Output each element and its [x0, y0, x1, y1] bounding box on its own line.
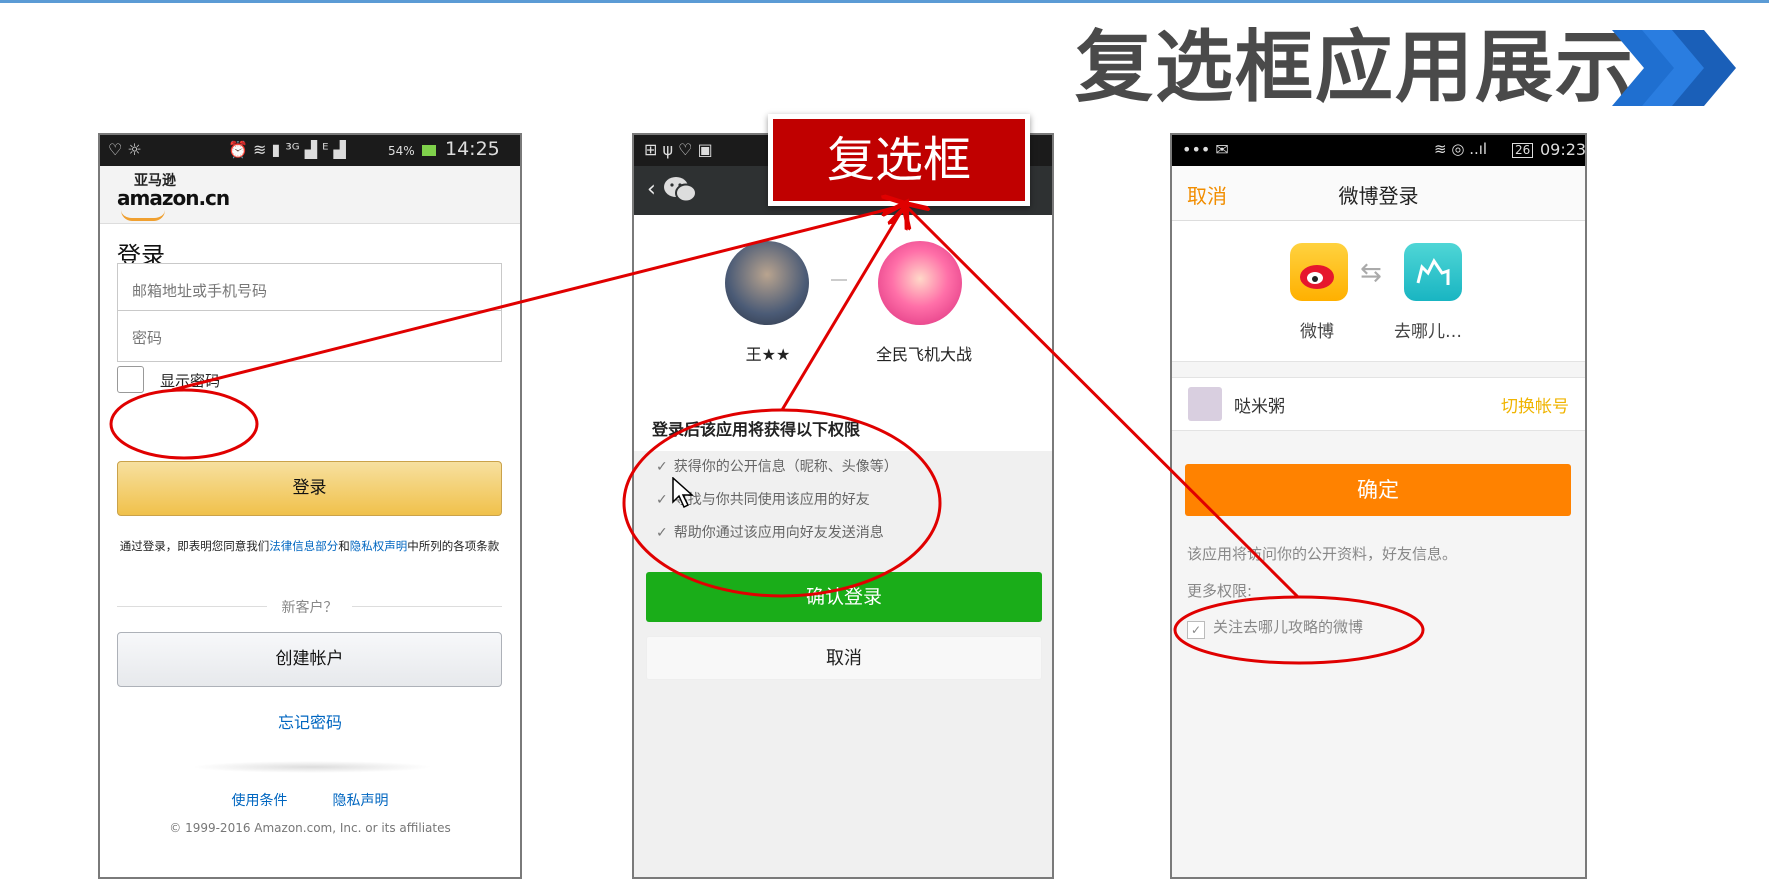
- status-time: 14:25: [445, 138, 500, 160]
- terms-prefix: 通过登录，即表明您同意我们: [119, 539, 270, 553]
- follow-checkbox[interactable]: ✓: [1187, 621, 1205, 639]
- access-note: 该应用将访问你的公开资料，好友信息。: [1187, 545, 1458, 563]
- privacy-notice-link[interactable]: 隐私声明: [332, 793, 388, 809]
- app-avatar: [878, 241, 962, 325]
- wifi-icon: ≋ ◎ ..ıl: [1434, 140, 1488, 158]
- amazon-header: 亚马逊 amazon.cn: [100, 166, 520, 224]
- show-password-checkbox[interactable]: [117, 366, 144, 393]
- terms-and: 和: [338, 539, 350, 553]
- user-name: 王★★: [745, 345, 791, 364]
- status-icons: ⊞ ψ ♡ ▣: [644, 140, 713, 159]
- signal-icons: ⏰ ≋ ▮ ³ᴳ ▟ ᴱ ▟: [228, 140, 346, 159]
- permission-label: 帮助你通过该应用向好友发送消息: [673, 525, 884, 541]
- footer-links: 使用条件 隐私声明: [100, 790, 520, 810]
- account-name: 哒米粥: [1234, 397, 1285, 417]
- follow-option[interactable]: ✓ 关注去哪儿攻略的微博: [1187, 616, 1363, 639]
- swap-arrows-icon: ⇆: [1360, 258, 1382, 288]
- battery-percent: 54%: [388, 144, 415, 158]
- weibo-app-name: 微博: [1300, 322, 1334, 342]
- footer-divider: [192, 761, 432, 773]
- qunar-app-name: 去哪儿…: [1394, 322, 1462, 342]
- email-field[interactable]: 邮箱地址或手机号码: [117, 263, 502, 315]
- check-icon: ✓: [656, 525, 668, 541]
- qunar-camel-icon: [1404, 243, 1462, 301]
- checkbox-callout: 复选框: [768, 114, 1030, 206]
- confirm-login-button[interactable]: 确认登录: [646, 572, 1042, 622]
- terms-of-use-link[interactable]: 使用条件: [232, 793, 288, 809]
- forgot-password-link[interactable]: 忘记密码: [100, 709, 520, 733]
- permission-label: 获得你的公开信息（昵称、头像等）: [673, 459, 898, 475]
- new-customer-divider: 新客户？: [117, 597, 502, 617]
- terms-suffix: 中所列的各项条款: [407, 539, 500, 553]
- login-button[interactable]: 登录: [117, 461, 502, 516]
- wechat-authorize-screen: ⊞ ψ ♡ ▣ ‹ 王★★ 全民飞机大战 登录后该应用将获得以下权限 ✓ 获得你的…: [632, 133, 1054, 879]
- status-time: 09:23: [1540, 140, 1587, 159]
- follow-option-label: 关注去哪儿攻略的微博: [1213, 618, 1364, 636]
- weibo-icon: [1290, 243, 1348, 301]
- slide-title: 复选框应用展示: [1075, 23, 1636, 113]
- chevron-left-icon[interactable]: ‹: [647, 177, 656, 202]
- battery-icon: [422, 145, 436, 156]
- amazon-logo[interactable]: amazon.cn: [117, 186, 230, 210]
- permission-label: 寻找与你共同使用该应用的好友: [673, 492, 870, 508]
- copyright-text: © 1999-2016 Amazon.com, Inc. or its affi…: [169, 821, 451, 835]
- create-account-button[interactable]: 创建帐户: [117, 632, 502, 687]
- switch-account-link[interactable]: 切换帐号: [1501, 392, 1569, 417]
- check-icon: ✓: [656, 492, 668, 508]
- avatar: [1188, 387, 1222, 421]
- page-title: 微博登录: [1338, 184, 1419, 208]
- weibo-app-area: ⇆ 微博 去哪儿…: [1172, 221, 1585, 362]
- permission-item[interactable]: ✓ 帮助你通过该应用向好友发送消息: [656, 522, 884, 542]
- shield-icon: ♡ ☼: [108, 140, 142, 159]
- connector-line: [831, 279, 847, 281]
- weibo-header: 取消 微博登录: [1172, 166, 1585, 221]
- legal-info-link[interactable]: 法律信息部分: [269, 539, 338, 553]
- account-row: 哒米粥 切换帐号: [1172, 377, 1585, 431]
- check-icon: ✓: [656, 459, 668, 475]
- more-permissions-label: 更多权限:: [1187, 582, 1253, 600]
- mouse-cursor-icon: [672, 477, 694, 509]
- permission-item[interactable]: ✓ 获得你的公开信息（昵称、头像等）: [656, 456, 898, 476]
- app-name: 全民飞机大战: [875, 345, 972, 364]
- status-bar: ♡ ☼ ⏰ ≋ ▮ ³ᴳ ▟ ᴱ ▟ 54% 14:25: [100, 135, 520, 166]
- user-avatar: [725, 241, 809, 325]
- wechat-icon: [664, 177, 697, 203]
- slide-top-rule: [0, 0, 1769, 3]
- new-customer-label: 新客户？: [281, 600, 338, 616]
- password-field[interactable]: 密码: [117, 310, 502, 362]
- callout-label: 复选框: [773, 119, 1025, 201]
- cancel-button[interactable]: 取消: [646, 636, 1042, 680]
- status-dots-icon: ••• ✉: [1182, 140, 1229, 159]
- permissions-title: 登录后该应用将获得以下权限: [652, 420, 861, 439]
- battery-icon: 26: [1512, 143, 1534, 158]
- amazon-smile-icon: [121, 210, 165, 221]
- terms-text: 通过登录，即表明您同意我们法律信息部分和隐私权声明中所列的各项条款: [117, 538, 502, 555]
- double-chevron-icon: [1612, 30, 1736, 106]
- weibo-login-screen: ••• ✉ ≋ ◎ ..ıl 26 09:23 取消 微博登录 ⇆ 微博 去哪儿…: [1170, 133, 1587, 879]
- confirm-button[interactable]: 确定: [1185, 464, 1571, 516]
- status-bar: ••• ✉ ≋ ◎ ..ıl 26 09:23: [1172, 135, 1585, 166]
- show-password-label: 显示密码: [160, 372, 221, 390]
- privacy-link[interactable]: 隐私权声明: [350, 539, 408, 553]
- amazon-login-screen: ♡ ☼ ⏰ ≋ ▮ ³ᴳ ▟ ᴱ ▟ 54% 14:25 亚马逊 amazon.…: [98, 133, 522, 879]
